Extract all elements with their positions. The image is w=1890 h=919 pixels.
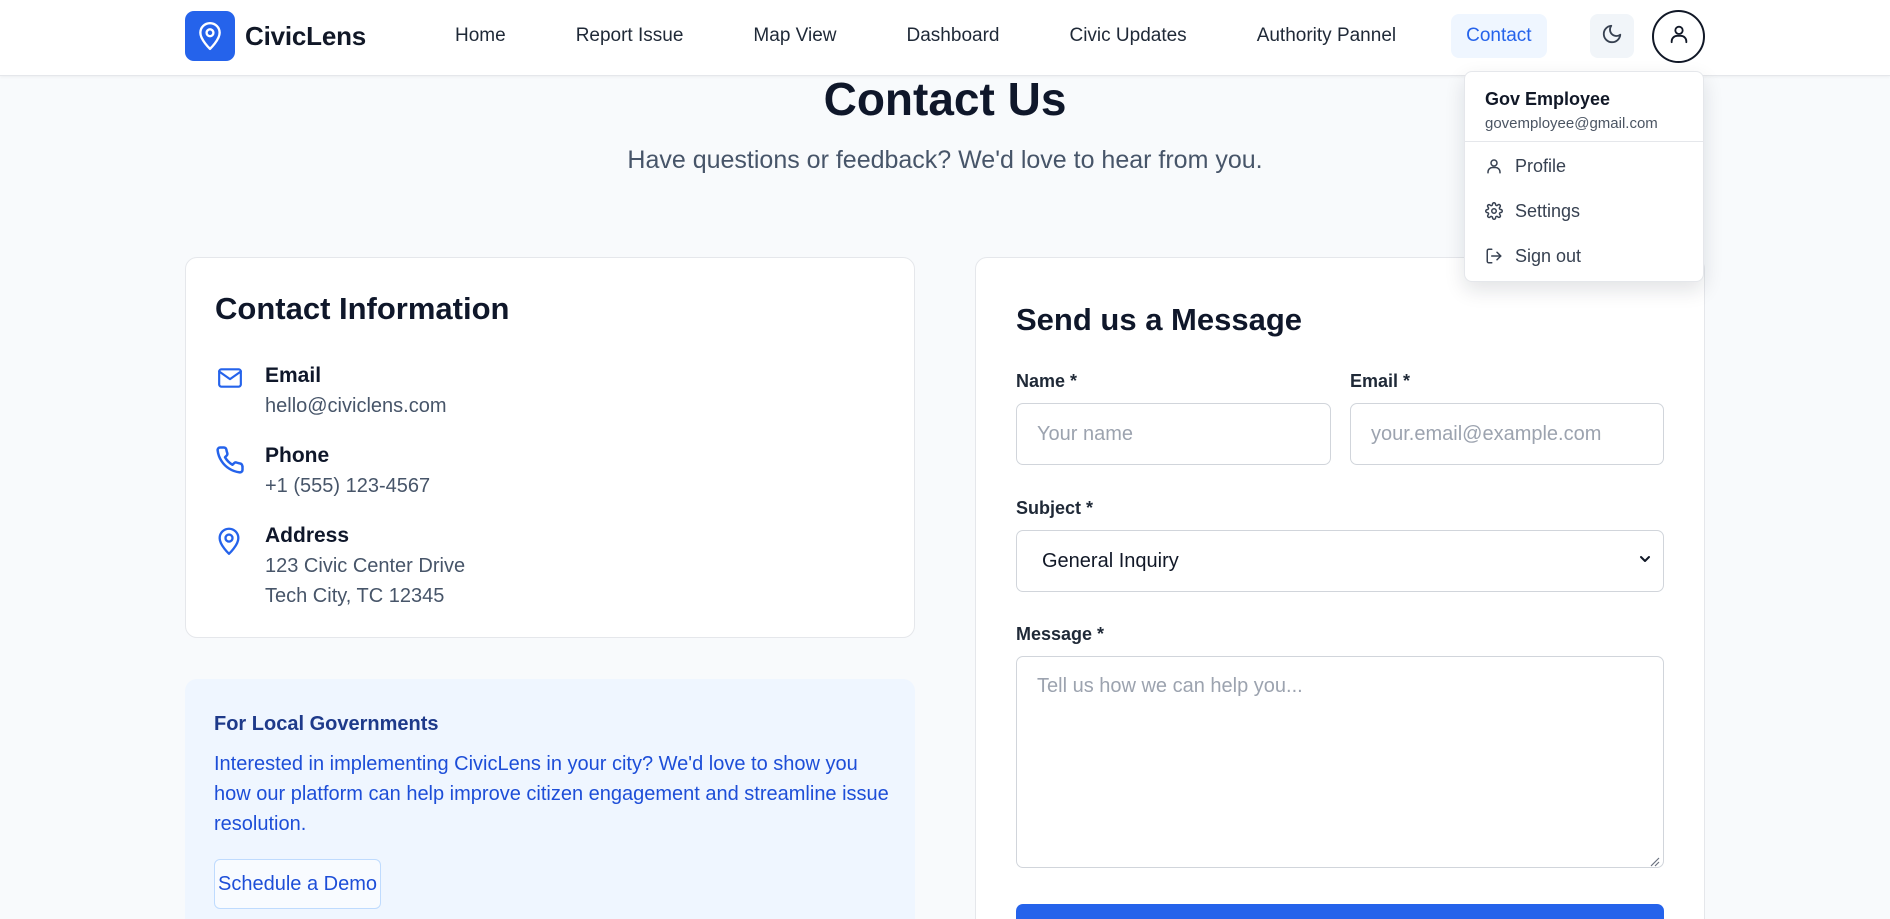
chevron-down-icon — [1637, 550, 1653, 573]
resize-handle-icon[interactable] — [1650, 854, 1660, 872]
email-label: Email * — [1350, 371, 1411, 391]
map-pin-icon — [215, 521, 265, 611]
sign-out-icon — [1485, 247, 1515, 265]
subject-label: Subject * — [1016, 498, 1094, 518]
menu-divider — [1465, 141, 1703, 142]
local-governments-box: For Local Governments Interested in impl… — [185, 679, 915, 919]
user-icon — [1668, 23, 1690, 50]
contact-info-title: Contact Information — [215, 291, 510, 326]
gov-title: For Local Governments — [214, 713, 439, 735]
user-avatar-button[interactable] — [1652, 10, 1705, 63]
phone-info: Phone +1 (555) 123-4567 — [215, 441, 430, 501]
moon-icon — [1601, 23, 1623, 50]
user-icon — [1485, 157, 1515, 175]
name-label: Name * — [1016, 371, 1078, 391]
message-textarea[interactable] — [1016, 656, 1664, 868]
nav-report-issue[interactable]: Report Issue — [561, 14, 699, 58]
nav-links: Home Report Issue Map View Dashboard Civ… — [440, 14, 1547, 58]
user-dropdown-menu: Gov Employee govemployee@gmail.com Profi… — [1464, 71, 1704, 282]
address-line1: 123 Civic Center Drive — [265, 555, 466, 577]
email-info: Email hello@civiclens.com — [215, 361, 446, 421]
nav-civic-updates[interactable]: Civic Updates — [1054, 14, 1201, 58]
mail-icon — [215, 361, 265, 421]
send-message-button[interactable] — [1016, 904, 1664, 919]
subject-selected-value: General Inquiry — [1042, 549, 1179, 572]
nav-authority-panel[interactable]: Authority Pannel — [1242, 14, 1411, 58]
send-message-card: Send us a Message Name * Email * Subject… — [975, 257, 1705, 919]
menu-item-label: Sign out — [1515, 245, 1582, 266]
nav-home[interactable]: Home — [440, 14, 521, 58]
send-message-title: Send us a Message — [1016, 302, 1303, 337]
map-pin-icon — [185, 11, 235, 61]
phone-label: Phone — [265, 444, 330, 467]
gear-icon — [1485, 202, 1515, 220]
address-label: Address — [265, 524, 350, 547]
theme-toggle-button[interactable] — [1590, 14, 1634, 58]
nav-contact[interactable]: Contact — [1451, 14, 1547, 58]
address-info: Address 123 Civic Center Drive Tech City… — [215, 521, 465, 611]
email-label: Email — [265, 364, 322, 387]
menu-item-sign-out[interactable]: Sign out — [1465, 236, 1703, 276]
phone-value[interactable]: +1 (555) 123-4567 — [265, 471, 430, 501]
schedule-demo-button[interactable]: Schedule a Demo — [214, 859, 381, 909]
menu-user-email: govemployee@gmail.com — [1485, 115, 1658, 132]
address-line2: Tech City, TC 12345 — [265, 585, 445, 607]
top-navbar: CivicLens Home Report Issue Map View Das… — [0, 0, 1890, 76]
email-input[interactable] — [1350, 403, 1664, 465]
brand[interactable]: CivicLens — [185, 11, 366, 61]
subject-select[interactable]: General Inquiry — [1016, 530, 1664, 592]
menu-item-label: Profile — [1515, 155, 1567, 176]
message-label: Message * — [1016, 624, 1105, 644]
email-value[interactable]: hello@civiclens.com — [265, 391, 446, 421]
gov-description: Interested in implementing CivicLens in … — [214, 753, 889, 835]
menu-user-name: Gov Employee — [1485, 89, 1611, 109]
menu-item-label: Settings — [1515, 200, 1581, 221]
nav-map-view[interactable]: Map View — [738, 14, 851, 58]
nav-dashboard[interactable]: Dashboard — [892, 14, 1015, 58]
menu-item-profile[interactable]: Profile — [1465, 146, 1703, 186]
contact-info-card: Contact Information Email hello@civiclen… — [185, 257, 915, 638]
menu-item-settings[interactable]: Settings — [1465, 191, 1703, 231]
name-input[interactable] — [1016, 403, 1331, 465]
phone-icon — [215, 441, 265, 501]
brand-name: CivicLens — [245, 20, 367, 51]
